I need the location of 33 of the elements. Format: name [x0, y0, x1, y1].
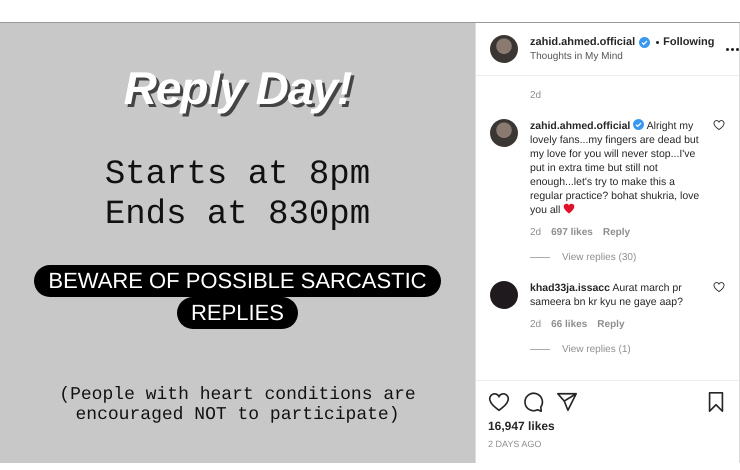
avatar[interactable]	[490, 119, 518, 147]
reply-link[interactable]: Reply	[597, 319, 625, 330]
comment-text: khad33ja.issacc Aurat march pr sameera bn kr kyu ne gaye aap?	[530, 281, 684, 309]
avatar[interactable]	[490, 35, 518, 63]
comment-time: 2d	[530, 227, 542, 238]
location[interactable]: Thoughts in My Mind	[530, 51, 714, 62]
view-replies-link[interactable]: View replies (1)	[562, 344, 631, 355]
follow-status[interactable]: Following	[663, 36, 714, 48]
avatar[interactable]	[490, 281, 518, 309]
schedule-line: Starts at 8pm	[104, 155, 370, 195]
schedule-line: Ends at 830pm	[104, 195, 370, 235]
comment-icon[interactable]	[522, 391, 544, 413]
likes-count[interactable]: 66 likes	[551, 319, 588, 330]
separator-icon	[656, 40, 660, 44]
like-icon[interactable]	[488, 391, 510, 413]
warning-label: REPLIES	[177, 297, 298, 329]
like-icon[interactable]	[713, 119, 725, 131]
share-icon[interactable]	[556, 391, 578, 413]
warning-label: BEWARE OF POSSIBLE SARCASTIC	[34, 265, 441, 297]
view-replies-link[interactable]: View replies (30)	[562, 252, 636, 263]
post-date: 2 DAYS AGO	[488, 439, 542, 449]
post-title: Reply Day!	[124, 61, 352, 115]
likes-count[interactable]: 697 likes	[551, 227, 593, 238]
reply-link[interactable]: Reply	[602, 227, 630, 238]
post-likes[interactable]: 16,947 likes	[488, 419, 727, 433]
note-line: (People with heart conditions are	[59, 385, 416, 405]
comment-text: zahid.ahmed.official Alright my lovely fans...my fingers are dead but my love for you will never stop...I've put in extra time but still not enough...let's try to make this a regular practice? bohat shukria, love you all	[530, 119, 700, 217]
comment-time: 2d	[530, 319, 542, 330]
username[interactable]: zahid.ahmed.official	[530, 36, 636, 48]
timestamp: 2d	[530, 90, 542, 101]
note-line: encouraged NOT to participate)	[75, 405, 400, 425]
like-icon[interactable]	[713, 281, 725, 293]
more-icon[interactable]	[726, 48, 740, 50]
